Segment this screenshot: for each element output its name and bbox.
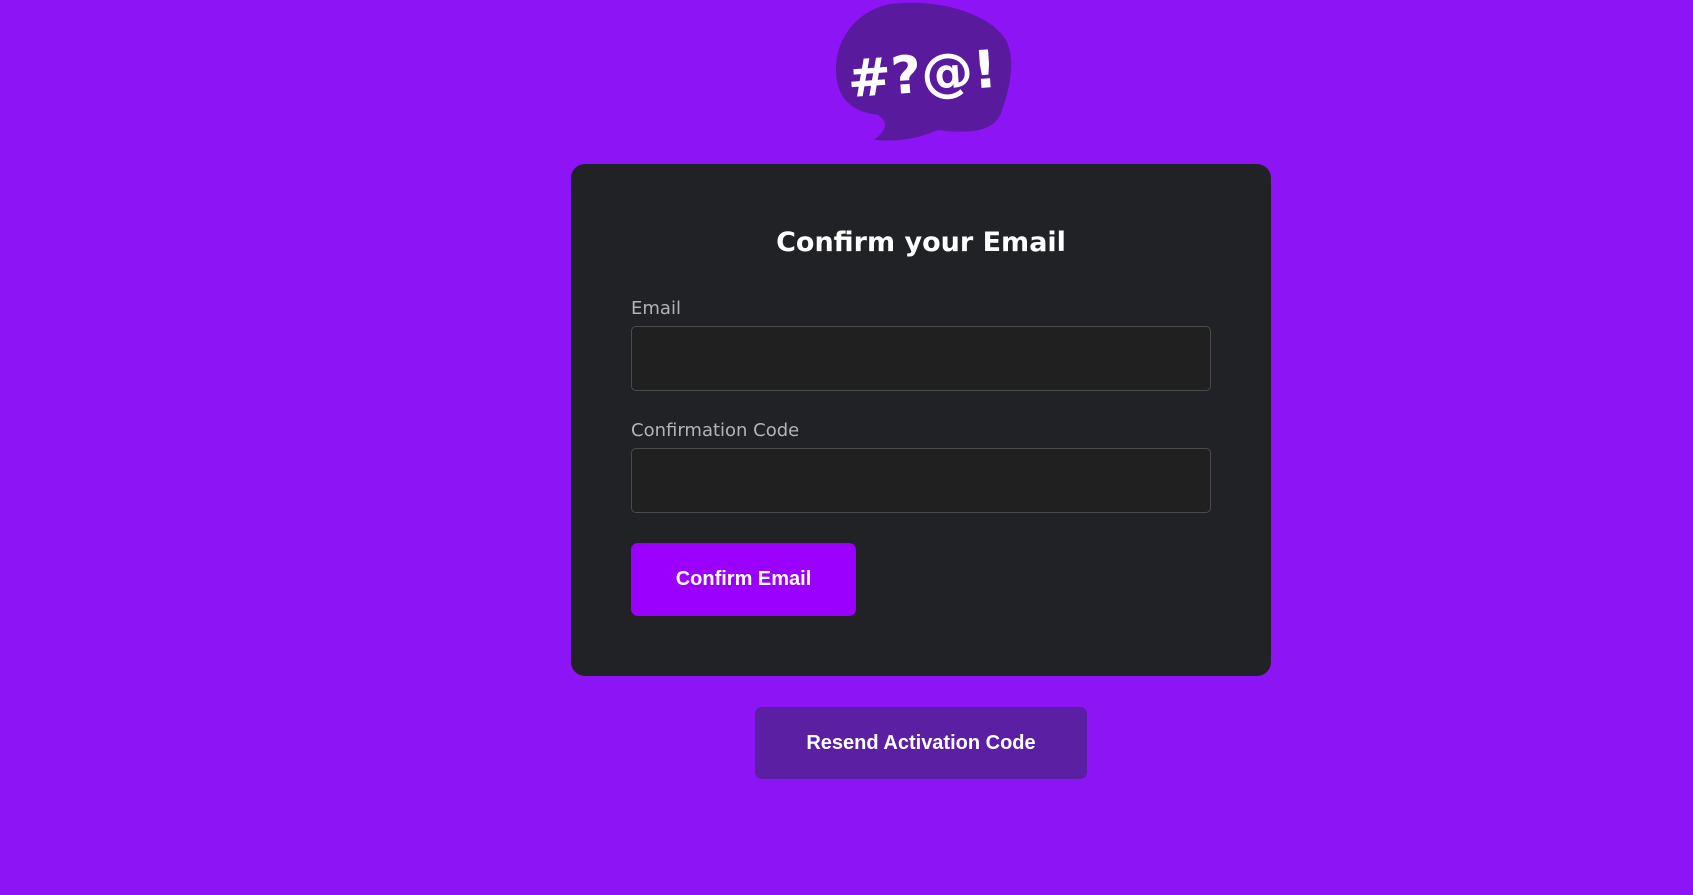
resend-activation-code-button[interactable]: Resend Activation Code <box>755 707 1087 779</box>
logo-text: #?@! <box>846 40 999 110</box>
confirmation-code-input[interactable] <box>631 448 1211 513</box>
email-label: Email <box>631 298 681 319</box>
confirm-email-card: Confirm your Email Email Confirmation Co… <box>571 164 1271 676</box>
confirmation-code-label: Confirmation Code <box>631 420 800 441</box>
card-title: Confirm your Email <box>776 227 1066 258</box>
confirm-email-button[interactable]: Confirm Email <box>631 543 856 616</box>
confirm-email-page: #?@! Confirm your Email Email Confirmati… <box>0 0 1693 895</box>
speech-bubble-logo-icon: #?@! <box>830 0 1014 146</box>
email-input[interactable] <box>631 326 1211 391</box>
